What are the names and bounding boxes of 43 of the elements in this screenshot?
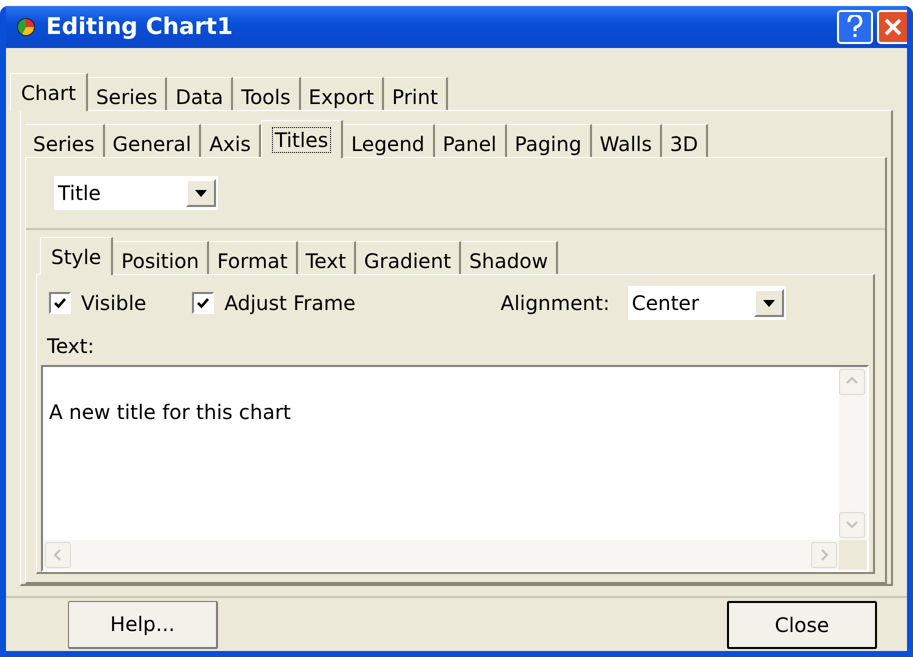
tab[interactable]: Print: [384, 77, 448, 110]
help-icon[interactable]: [837, 10, 873, 44]
tab[interactable]: Data: [167, 77, 234, 110]
tab[interactable]: General: [104, 124, 202, 157]
text-area[interactable]: A new title for this chart: [41, 365, 869, 572]
chart-app-icon: [16, 17, 36, 37]
text-label: Text:: [46, 333, 94, 360]
alignment-label: Alignment:: [500, 290, 610, 317]
tab[interactable]: Format: [209, 241, 298, 274]
default-button[interactable]: Close: [727, 600, 877, 648]
checkbox-label: Adjust Frame: [224, 290, 356, 317]
checkmark-icon: [196, 296, 210, 310]
tab[interactable]: Titles: [260, 120, 344, 158]
scrollbar-corner: [839, 540, 867, 570]
alignment-dropdown[interactable]: Center: [628, 286, 786, 320]
tab[interactable]: Gradient: [356, 241, 462, 274]
title-dropdown[interactable]: Title: [54, 176, 218, 210]
checkbox[interactable]: [192, 292, 214, 314]
tab[interactable]: Panel: [434, 124, 507, 157]
tab[interactable]: Series: [88, 77, 168, 110]
window-title: Editing Chart1: [46, 12, 233, 42]
dialog-button[interactable]: Help...: [68, 600, 218, 648]
tab[interactable]: Chart: [10, 73, 88, 111]
caret-icon: [762, 300, 775, 306]
dropdown-button[interactable]: [186, 179, 216, 207]
tab[interactable]: Paging: [506, 124, 592, 157]
tab[interactable]: Series: [25, 124, 105, 157]
tab[interactable]: Legend: [343, 124, 435, 157]
close-icon[interactable]: [877, 10, 907, 44]
tab[interactable]: Walls: [592, 124, 662, 157]
checkbox[interactable]: [49, 292, 71, 314]
caret-icon: [195, 190, 207, 196]
dropdown-button[interactable]: [754, 289, 784, 317]
tab[interactable]: Position: [113, 241, 210, 274]
tab[interactable]: Style: [40, 237, 114, 275]
tab[interactable]: Shadow: [461, 241, 558, 274]
tab[interactable]: Tools: [233, 77, 301, 110]
checkbox-label: Visible: [81, 290, 146, 317]
tab[interactable]: 3D: [662, 124, 708, 157]
tab[interactable]: Text: [298, 241, 356, 274]
tab[interactable]: Export: [300, 77, 384, 110]
checkmark-icon: [53, 296, 67, 310]
text-value: A new title for this chart: [48, 399, 292, 426]
